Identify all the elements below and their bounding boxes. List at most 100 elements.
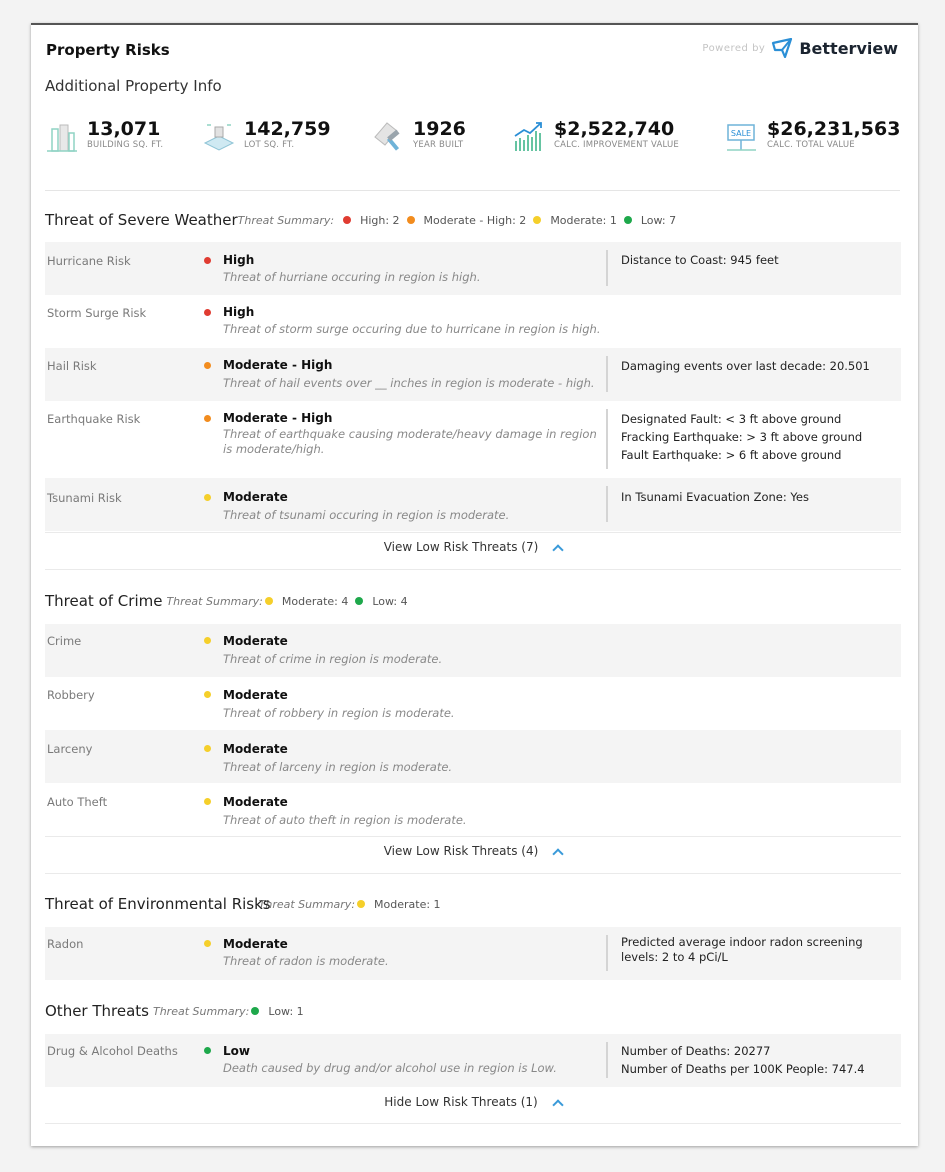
risk-row-larceny: Larceny Moderate Threat of larceny in re… bbox=[45, 730, 901, 783]
risk-row-tsunami: Tsunami Risk Moderate Threat of tsunami … bbox=[45, 478, 901, 531]
risk-row-storm-surge: Storm Surge Risk High Threat of storm su… bbox=[45, 295, 901, 348]
row-separator bbox=[606, 486, 608, 522]
row-separator bbox=[606, 356, 608, 392]
risk-level: Moderate - High bbox=[223, 358, 333, 372]
info-line: Number of Deaths: 20277 bbox=[621, 1044, 771, 1058]
moderate-high-dot-icon bbox=[204, 362, 211, 369]
moderate-dot-icon bbox=[204, 798, 211, 805]
risk-info: Predicted average indoor radon screening… bbox=[621, 935, 863, 964]
view-low-risk-weather-button[interactable]: View Low Risk Threats (7) bbox=[45, 540, 901, 556]
lot-icon bbox=[203, 124, 235, 151]
info-title: Additional Property Info bbox=[45, 77, 222, 95]
info-line: Fracking Earthquake: > 3 ft above ground bbox=[621, 430, 863, 444]
risk-description: Threat of robbery in region is moderate. bbox=[223, 706, 455, 720]
risk-level: Low bbox=[223, 1044, 250, 1058]
summary-label: Threat Summary: bbox=[237, 213, 335, 227]
summary-item: Moderate: 1 bbox=[550, 213, 617, 227]
stat-value: $2,522,740 bbox=[554, 118, 675, 140]
stat-label: YEAR BUILT bbox=[413, 140, 464, 150]
low-dot-icon bbox=[204, 1047, 211, 1054]
crime-section-header: Threat of Crime Threat Summary: Moderate… bbox=[45, 592, 408, 610]
growth-chart-icon bbox=[514, 122, 542, 151]
risk-description: Threat of larceny in region is moderate. bbox=[223, 760, 453, 774]
risk-level: Moderate bbox=[223, 742, 288, 756]
summary-item: Moderate: 1 bbox=[374, 897, 441, 911]
stat-value: 142,759 bbox=[244, 118, 331, 140]
info-line: Number of Deaths per 100K People: 747.4 bbox=[621, 1062, 865, 1076]
other-section-header: Other Threats Threat Summary: Low: 1 bbox=[45, 1002, 304, 1020]
risk-name: Robbery bbox=[47, 688, 95, 702]
view-low-risk-crime-button[interactable]: View Low Risk Threats (4) bbox=[45, 844, 901, 860]
risk-description: Threat of crime in region is moderate. bbox=[223, 652, 443, 666]
stat-label: LOT SQ. FT. bbox=[244, 140, 295, 150]
svg-text:SALE: SALE bbox=[731, 129, 751, 138]
risk-level: Moderate bbox=[223, 688, 288, 702]
threat-summary: Threat Summary: Moderate: 4 Low: 4 bbox=[166, 595, 407, 608]
moderate-dot-icon bbox=[533, 216, 542, 224]
risk-row-radon: Radon Moderate Threat of radon is modera… bbox=[45, 927, 901, 980]
stat-value: 13,071 bbox=[87, 118, 161, 140]
risk-description: Threat of hail events over __ inches in … bbox=[223, 376, 595, 390]
moderate-dot-icon bbox=[204, 637, 211, 644]
risk-row-hail: Hail Risk Moderate - High Threat of hail… bbox=[45, 348, 901, 401]
risk-name: Crime bbox=[47, 634, 82, 648]
stat-total-value: SALE $26,231,563 CALC. TOTAL VALUE bbox=[725, 119, 900, 153]
risk-row-earthquake: Earthquake Risk Moderate - High Threat o… bbox=[45, 401, 901, 478]
risk-name: Storm Surge Risk bbox=[47, 306, 147, 320]
chevron-up-icon bbox=[552, 1099, 564, 1111]
threat-summary: Threat Summary: Low: 1 bbox=[153, 1005, 304, 1018]
divider bbox=[45, 873, 901, 874]
risk-info: In Tsunami Evacuation Zone: Yes bbox=[621, 490, 809, 504]
stat-label: CALC. TOTAL VALUE bbox=[767, 140, 855, 150]
low-dot-icon bbox=[251, 1007, 260, 1015]
info-line: Fault Earthquake: > 6 ft above ground bbox=[621, 448, 842, 462]
stat-label: BUILDING SQ. FT. bbox=[87, 140, 164, 150]
divider bbox=[45, 532, 901, 533]
row-separator bbox=[606, 1042, 608, 1078]
row-separator bbox=[606, 409, 608, 469]
hammer-icon bbox=[374, 122, 400, 151]
divider bbox=[45, 190, 900, 191]
stat-building-sqft: 13,071 BUILDING SQ. FT. bbox=[45, 119, 163, 153]
divider bbox=[45, 569, 901, 570]
stat-label: CALC. IMPROVEMENT VALUE bbox=[554, 140, 679, 150]
chevron-up-icon bbox=[552, 848, 564, 860]
section-title: Other Threats bbox=[45, 1002, 149, 1020]
summary-label: Threat Summary: bbox=[166, 594, 263, 608]
summary-item: Low: 4 bbox=[372, 594, 408, 608]
risk-level: Moderate bbox=[223, 490, 288, 504]
risk-name: Hail Risk bbox=[47, 359, 97, 373]
risk-row-drug-alcohol: Drug & Alcohol Deaths Low Death caused b… bbox=[45, 1034, 901, 1087]
moderate-dot-icon bbox=[204, 691, 211, 698]
moderate-dot-icon bbox=[357, 900, 366, 908]
toggle-label: View Low Risk Threats (4) bbox=[383, 844, 539, 858]
sale-sign-icon: SALE bbox=[727, 124, 756, 151]
section-title: Threat of Environmental Risks bbox=[45, 895, 271, 913]
summary-item: High: 2 bbox=[360, 213, 400, 227]
risk-level: Moderate bbox=[223, 634, 288, 648]
summary-item: Low: 1 bbox=[268, 1004, 304, 1018]
risk-description: Death caused by drug and/or alcohol use … bbox=[223, 1061, 557, 1075]
summary-item: Moderate: 4 bbox=[281, 594, 349, 608]
risk-row-crime: Crime Moderate Threat of crime in region… bbox=[45, 624, 901, 677]
section-title: Threat of Crime bbox=[45, 592, 163, 610]
risk-name: Larceny bbox=[47, 742, 93, 756]
toggle-label: Hide Low Risk Threats (1) bbox=[384, 1095, 538, 1109]
stat-improvement-value: $2,522,740 CALC. IMPROVEMENT VALUE bbox=[512, 119, 679, 153]
risk-name: Auto Theft bbox=[47, 795, 108, 809]
moderate-dot-icon bbox=[204, 745, 211, 752]
risk-description: Threat of earthquake causing moderate/he… bbox=[223, 427, 597, 456]
property-risks-card: Property Risks Powered by Betterview Add… bbox=[31, 23, 918, 1146]
stat-year-built: 1926 YEAR BUILT bbox=[371, 119, 466, 153]
card-title: Property Risks bbox=[46, 41, 170, 59]
high-dot-icon bbox=[343, 216, 352, 224]
moderate-high-dot-icon bbox=[204, 415, 211, 422]
hide-low-risk-other-button[interactable]: Hide Low Risk Threats (1) bbox=[45, 1095, 901, 1111]
environment-section-header: Threat of Environmental Risks Threat Sum… bbox=[45, 895, 441, 913]
summary-item: Moderate - High: 2 bbox=[423, 213, 527, 227]
row-separator bbox=[606, 935, 608, 971]
risk-level: Moderate bbox=[223, 795, 288, 809]
summary-item: Low: 7 bbox=[640, 213, 677, 227]
stat-value: 1926 bbox=[413, 118, 466, 140]
chevron-up-icon bbox=[552, 544, 564, 556]
